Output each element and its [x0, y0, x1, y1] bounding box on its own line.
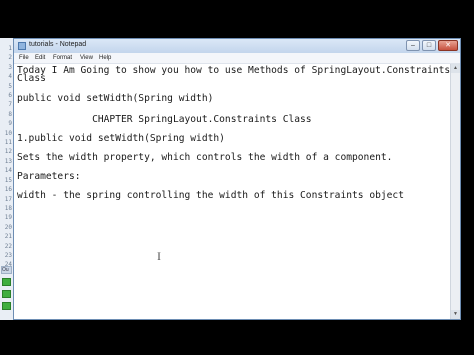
ide-line-number: 1: [8, 45, 12, 52]
text-editor-area[interactable]: Today I Am Going to show you how to use …: [14, 64, 451, 319]
ide-line-number: 3: [8, 63, 12, 71]
ide-line-number: 16: [4, 186, 12, 194]
ide-line-number: 2: [8, 54, 12, 62]
text-line: public void setWidth(Spring width): [17, 93, 214, 104]
text-cursor-icon: I: [157, 249, 161, 263]
notepad-app-icon[interactable]: [18, 42, 26, 50]
maximize-icon: □: [426, 42, 432, 49]
ide-line-number: 4: [8, 73, 12, 81]
title-bar[interactable]: tutorials - Notepad – □ ✕: [14, 39, 460, 54]
ide-line-number: 10: [4, 129, 12, 137]
menu-file[interactable]: File: [19, 53, 29, 63]
vertical-scrollbar[interactable]: ▲ ▼: [450, 64, 460, 319]
ide-line-number: 19: [4, 214, 12, 222]
ide-line-number: 23: [4, 251, 12, 259]
ide-line-number: 13: [4, 157, 12, 165]
ide-line-number: 12: [4, 148, 12, 156]
ide-line-number: 11: [4, 139, 12, 147]
scroll-down-arrow-icon[interactable]: ▼: [451, 310, 460, 319]
menu-bar: File Edit Format View Help: [14, 53, 460, 64]
close-button[interactable]: ✕: [438, 40, 458, 51]
close-icon: ✕: [445, 42, 451, 49]
ide-line-number: 17: [4, 195, 12, 203]
ide-line-number: 5: [8, 82, 12, 90]
ide-line-number: 22: [4, 242, 12, 250]
menu-edit[interactable]: Edit: [35, 53, 45, 63]
maximize-button[interactable]: □: [422, 40, 436, 51]
window-title: tutorials - Notepad: [29, 41, 87, 48]
minimize-button[interactable]: –: [406, 40, 420, 51]
ide-line-number: 14: [4, 167, 12, 175]
menu-help[interactable]: Help: [99, 53, 111, 63]
text-line: 1.public void setWidth(Spring width): [17, 133, 225, 144]
ide-line-number: 6: [8, 92, 12, 100]
ide-line-number: 9: [8, 120, 12, 128]
build-icon[interactable]: [2, 290, 11, 298]
text-line: CHAPTER SpringLayout.Constraints Class: [17, 114, 312, 125]
text-line: Sets the width property, which controls …: [17, 152, 393, 163]
notepad-window: tutorials - Notepad – □ ✕ File Edit Form…: [13, 38, 461, 320]
ide-line-number: 15: [4, 176, 12, 184]
menu-view[interactable]: View: [80, 53, 93, 63]
text-line: width - the spring controlling the width…: [17, 190, 404, 201]
ide-line-numbers: 1 2 3 4 5 6 7 8 9 10 11 12 13 14 15 16 17 18 19 20 21 22 23 24: [2, 44, 12, 270]
ide-line-number: 18: [4, 204, 12, 212]
ide-side-panel: 1 2 3 4 5 6 7 8 9 10 11 12 13 14 15 16 17 18 19 20 21 22 23 24 …: [0, 38, 14, 320]
debug-icon[interactable]: [2, 302, 11, 310]
run-icon[interactable]: [2, 278, 11, 286]
text-line: Class: [17, 73, 46, 84]
ide-line-number: 8: [8, 110, 12, 118]
menu-format[interactable]: Format: [53, 53, 72, 63]
ide-output-tab[interactable]: Ou: [1, 266, 12, 274]
minimize-icon: –: [411, 42, 415, 49]
ide-line-number: 20: [4, 223, 12, 231]
ide-line-number: 7: [8, 101, 12, 109]
text-line: Parameters:: [17, 171, 81, 182]
scroll-up-arrow-icon[interactable]: ▲: [451, 64, 460, 73]
ide-output-tab-label: Ou: [2, 267, 9, 273]
ide-line-number: 21: [4, 233, 12, 241]
text-line: Today I Am Going to show you how to use …: [17, 65, 451, 76]
